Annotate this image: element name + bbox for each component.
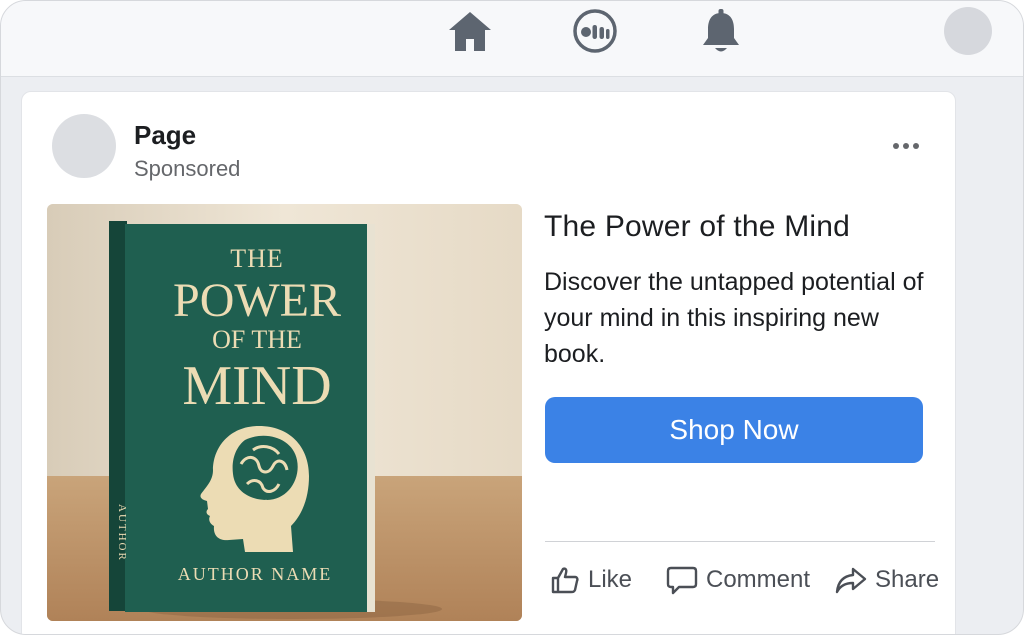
- like-label: Like: [588, 566, 633, 593]
- shop-now-button[interactable]: Shop Now: [545, 397, 923, 463]
- share-button[interactable]: Share: [835, 562, 939, 598]
- app-window: Page Sponsored AUTHOR THE POWER OF THE M…: [0, 0, 1024, 635]
- page-name[interactable]: Page: [134, 120, 196, 151]
- ad-title[interactable]: The Power of the Mind: [544, 210, 850, 244]
- author-name: AUTHOR NAME: [178, 564, 333, 584]
- more-dots-icon: [893, 143, 899, 149]
- sponsored-post-card: Page Sponsored AUTHOR THE POWER OF THE M…: [21, 91, 956, 634]
- book-title-line2: POWER: [173, 274, 341, 327]
- bell-icon[interactable]: [696, 9, 746, 53]
- ad-description: Discover the untapped potential of your …: [544, 268, 924, 368]
- ad-image[interactable]: AUTHOR THE POWER OF THE MIND AUTHOR NAME: [47, 204, 522, 621]
- sponsored-label: Sponsored: [134, 156, 241, 181]
- more-options-button[interactable]: [884, 132, 928, 160]
- spine-text: AUTHOR: [116, 504, 128, 562]
- comment-label: Comment: [706, 566, 811, 593]
- more-dots-icon: [913, 143, 919, 149]
- profile-avatar[interactable]: [944, 7, 992, 55]
- book-title-line4: MIND: [182, 355, 331, 417]
- book-title-line1: THE: [230, 244, 284, 273]
- share-icon: [835, 567, 867, 594]
- more-dots-icon: [903, 143, 909, 149]
- thumbs-up-icon: [551, 567, 579, 594]
- comment-button[interactable]: Comment: [666, 562, 810, 598]
- comment-icon: [666, 566, 698, 595]
- page-avatar[interactable]: [52, 114, 116, 178]
- home-icon[interactable]: [445, 9, 495, 53]
- top-navigation-bar: [1, 1, 1023, 77]
- like-button[interactable]: Like: [550, 562, 632, 598]
- share-label: Share: [875, 566, 940, 593]
- divider: [545, 541, 935, 542]
- book-title-line3: OF THE: [212, 325, 302, 354]
- messenger-icon[interactable]: [570, 9, 620, 53]
